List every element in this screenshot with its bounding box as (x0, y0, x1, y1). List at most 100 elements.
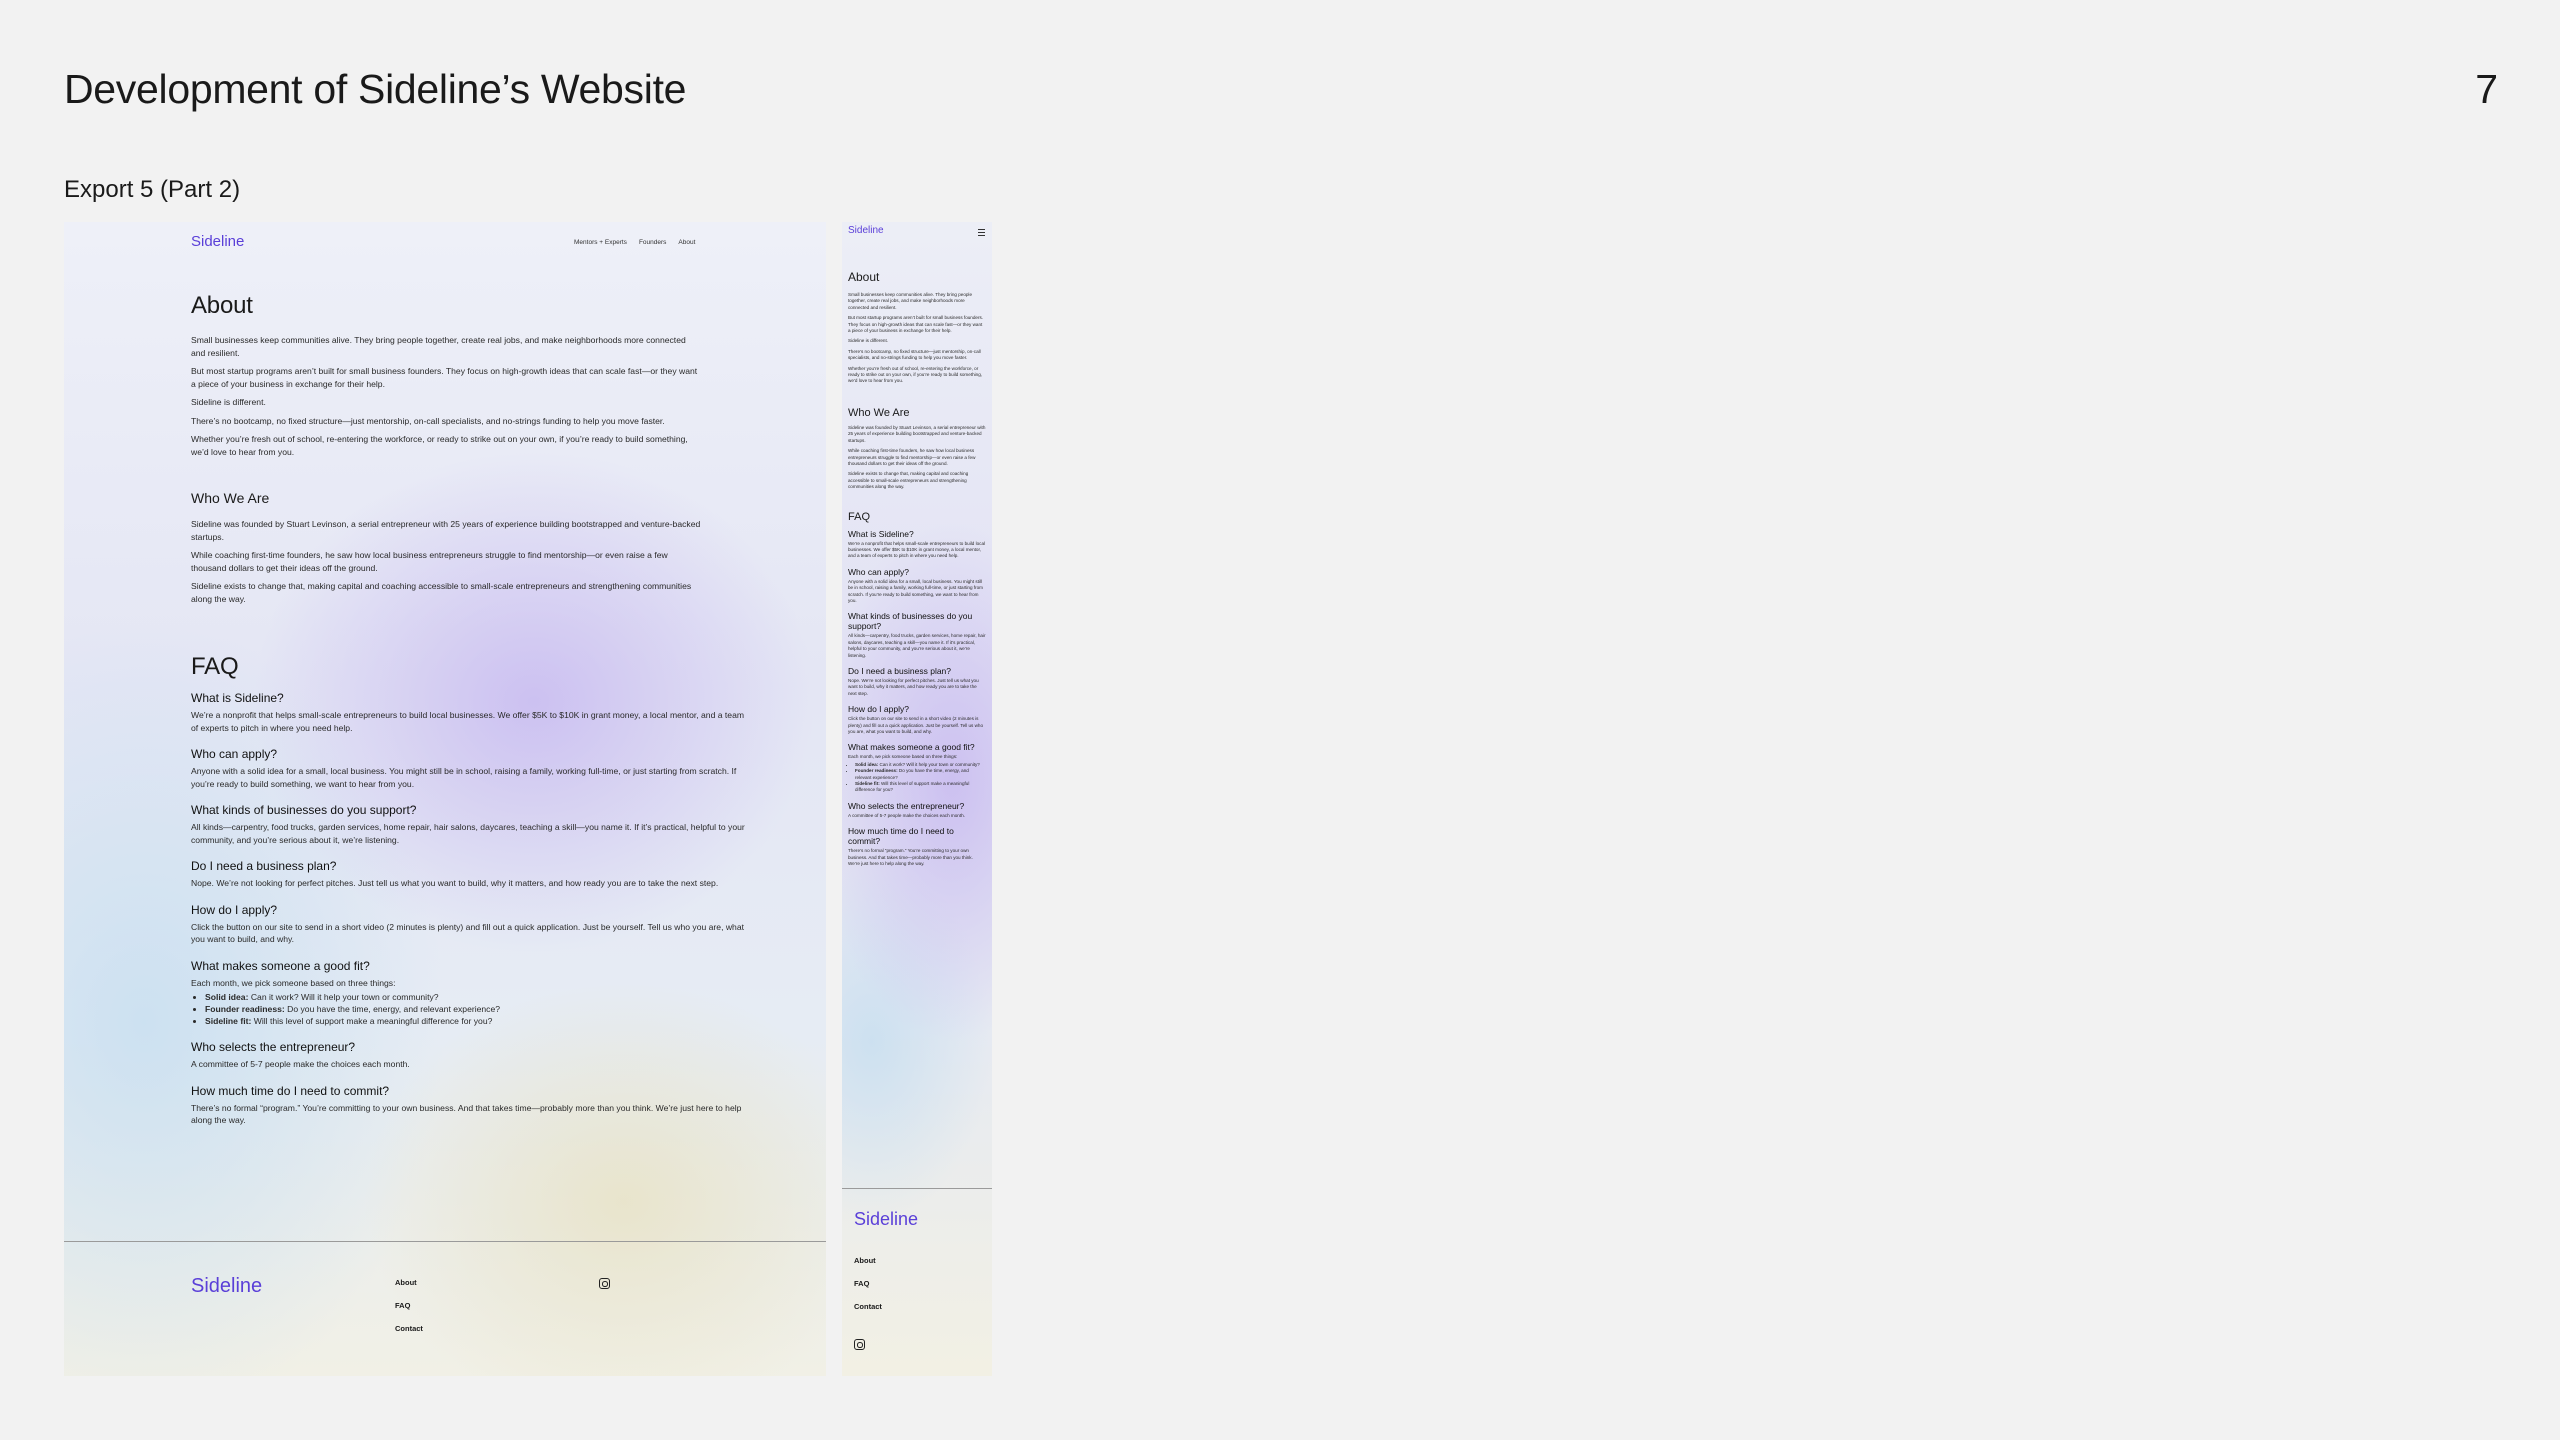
instagram-icon[interactable] (854, 1339, 865, 1350)
hamburger-menu-icon[interactable] (978, 229, 985, 236)
who-paragraph: Sideline was founded by Stuart Levinson,… (191, 519, 701, 542)
mobile-faq-answer: There’s no formal “program.” You’re comm… (848, 848, 973, 867)
mobile-website-preview: Sideline About Small businesses keep com… (842, 222, 992, 1376)
slide-number: 7 (2475, 66, 2498, 112)
mobile-who-paragraph: Sideline was founded by Stuart Levinson,… (848, 424, 986, 443)
fit-text: Can it work? Will it help your town or c… (248, 992, 439, 1002)
who-paragraph: While coaching first-time founders, he s… (191, 550, 668, 573)
mobile-site-logo[interactable]: Sideline (848, 225, 884, 236)
who-heading: Who We Are (191, 490, 270, 506)
mobile-fit-list: Solid idea: Can it work? Will it help yo… (848, 762, 986, 794)
fit-list-item: Sideline fit: Will this level of support… (205, 1015, 751, 1027)
fit-text: Do you have the time, energy, and releva… (284, 1004, 501, 1014)
footer-logo[interactable]: Sideline (191, 1275, 262, 1298)
mobile-faq-question: Who selects the entrepreneur? (848, 800, 965, 811)
mobile-footer-link-faq[interactable]: FAQ (854, 1279, 882, 1288)
faq-answer: Anyone with a solid idea for a small, lo… (191, 766, 737, 789)
mobile-footer-logo[interactable]: Sideline (854, 1209, 918, 1230)
mobile-faq-item: What makes someone a good fit? Each mont… (848, 742, 986, 793)
fit-list-item: Solid idea: Can it work? Will it help yo… (205, 991, 751, 1003)
slide-subtitle: Export 5 (Part 2) (64, 176, 241, 203)
faq-item: Do I need a business plan? Nope. We’re n… (191, 859, 751, 890)
faq-question: Who can apply? (191, 747, 278, 761)
mobile-faq-answer: Anyone with a solid idea for a small, lo… (848, 578, 983, 603)
mobile-faq-question: How do I apply? (848, 704, 909, 715)
fit-label: Founder readiness: (205, 1004, 285, 1014)
faq-question: What is Sideline? (191, 691, 284, 705)
mobile-faq-item: Do I need a business plan? Nope. We’re n… (848, 666, 986, 697)
about-heading: About (191, 292, 253, 319)
faq-question: Do I need a business plan? (191, 859, 337, 873)
mobile-faq-question: Who can apply? (848, 566, 909, 577)
site-footer: Sideline About FAQ Contact (64, 1241, 826, 1376)
faq-item: Who selects the entrepreneur? A committe… (191, 1040, 751, 1071)
faq-question: How much time do I need to commit? (191, 1083, 390, 1098)
about-paragraph: Small businesses keep communities alive.… (191, 335, 686, 358)
nav-about[interactable]: About (678, 239, 695, 246)
about-paragraph: Sideline is different. (191, 397, 266, 407)
about-paragraph: There’s no bootcamp, no fixed structure—… (191, 415, 665, 426)
about-paragraph: Whether you’re fresh out of school, re-e… (191, 434, 688, 457)
mobile-faq-answer: Click the button on our site to send in … (848, 716, 983, 735)
mobile-faq-item: Who can apply? Anyone with a solid idea … (848, 567, 986, 605)
mobile-about-paragraph: Sideline is different. (848, 338, 889, 344)
faq-answer: There’s no formal “program.” You’re comm… (191, 1102, 742, 1126)
mobile-fit-text: Can it work? Will it help your town or c… (878, 761, 980, 767)
mobile-footer-link-contact[interactable]: Contact (854, 1302, 882, 1311)
fit-label: Sideline fit: (205, 1016, 252, 1026)
mobile-faq-answer: Nope. We’re not looking for perfect pitc… (848, 678, 979, 696)
site-logo[interactable]: Sideline (191, 233, 244, 250)
mobile-faq-question: What kinds of businesses do you support? (848, 611, 973, 632)
footer-link-contact[interactable]: Contact (395, 1324, 423, 1333)
mobile-fit-label: Sideline fit: (855, 781, 880, 787)
instagram-icon[interactable] (599, 1278, 610, 1289)
mobile-fit-list-item: Founder readiness: Do you have the time,… (855, 768, 986, 781)
mobile-fit-label: Founder readiness: (855, 768, 898, 774)
faq-answer: Click the button on our site to send in … (191, 921, 745, 945)
footer-link-about[interactable]: About (395, 1278, 423, 1287)
mobile-faq-item: How do I apply? Click the button on our … (848, 704, 986, 735)
footer-link-faq[interactable]: FAQ (395, 1301, 423, 1310)
faq-question: Who selects the entrepreneur? (191, 1040, 356, 1054)
mobile-main-content: About Small businesses keep communities … (848, 270, 986, 875)
faq-answer: Nope. We’re not looking for perfect pitc… (191, 878, 719, 888)
mobile-faq-item: What kinds of businesses do you support?… (848, 611, 986, 659)
mobile-faq-item: Who selects the entrepreneur? A committe… (848, 801, 986, 819)
nav-founders[interactable]: Founders (639, 239, 666, 246)
fit-label: Solid idea: (205, 992, 249, 1002)
nav-mentors-experts[interactable]: Mentors + Experts (574, 239, 627, 246)
mobile-faq-answer: Each month, we pick someone based on thr… (848, 754, 958, 760)
mobile-who-paragraph: Sideline exists to change that, making c… (848, 471, 969, 490)
mobile-faq-question: What is Sideline? (848, 528, 914, 539)
mobile-about-paragraph: But most startup programs aren’t built f… (848, 315, 984, 334)
site-nav: Mentors + Experts Founders About (574, 239, 695, 246)
slide-title: Development of Sideline’s Website (64, 66, 687, 112)
fit-list-item: Founder readiness: Do you have the time,… (205, 1003, 751, 1015)
mobile-faq-question: How much time do I need to commit? (848, 826, 954, 847)
faq-answer: Each month, we pick someone based on thr… (191, 977, 396, 988)
desktop-website-preview: Sideline Mentors + Experts Founders Abou… (64, 222, 826, 1376)
mobile-faq-question: Do I need a business plan? (848, 666, 952, 676)
mobile-faq-heading: FAQ (848, 510, 871, 523)
main-content: About Small businesses keep communities … (191, 292, 751, 1140)
mobile-about-paragraph: Small businesses keep communities alive.… (848, 292, 973, 310)
footer-links: About FAQ Contact (395, 1278, 423, 1333)
mobile-site-footer: Sideline About FAQ Contact (842, 1188, 992, 1376)
mobile-about-paragraph: Whether you’re fresh out of school, re-e… (848, 365, 983, 384)
faq-item: Who can apply? Anyone with a solid idea … (191, 747, 751, 790)
faq-answer: A committee of 5-7 people make the choic… (191, 1059, 410, 1069)
mobile-faq-answer: A committee of 5-7 people make the choic… (848, 812, 965, 818)
faq-question: What makes someone a good fit? (191, 958, 370, 973)
who-paragraph: Sideline exists to change that, making c… (191, 581, 692, 604)
faq-answer: We’re a nonprofit that helps small-scale… (191, 710, 745, 733)
mobile-faq-answer: All kinds—carpentry, food trucks, garden… (848, 633, 986, 658)
mobile-about-paragraph: There’s no bootcamp, no fixed structure—… (848, 348, 981, 361)
mobile-footer-links: About FAQ Contact (854, 1256, 882, 1311)
mobile-who-paragraph: While coaching first-time founders, he s… (848, 448, 976, 466)
faq-item: How do I apply? Click the button on our … (191, 903, 751, 946)
fit-text: Will this level of support make a meanin… (251, 1016, 493, 1026)
mobile-about-heading: About (848, 270, 880, 284)
mobile-footer-link-about[interactable]: About (854, 1256, 882, 1265)
mobile-faq-item: How much time do I need to commit? There… (848, 826, 986, 867)
about-paragraph: But most startup programs aren’t built f… (191, 366, 698, 389)
